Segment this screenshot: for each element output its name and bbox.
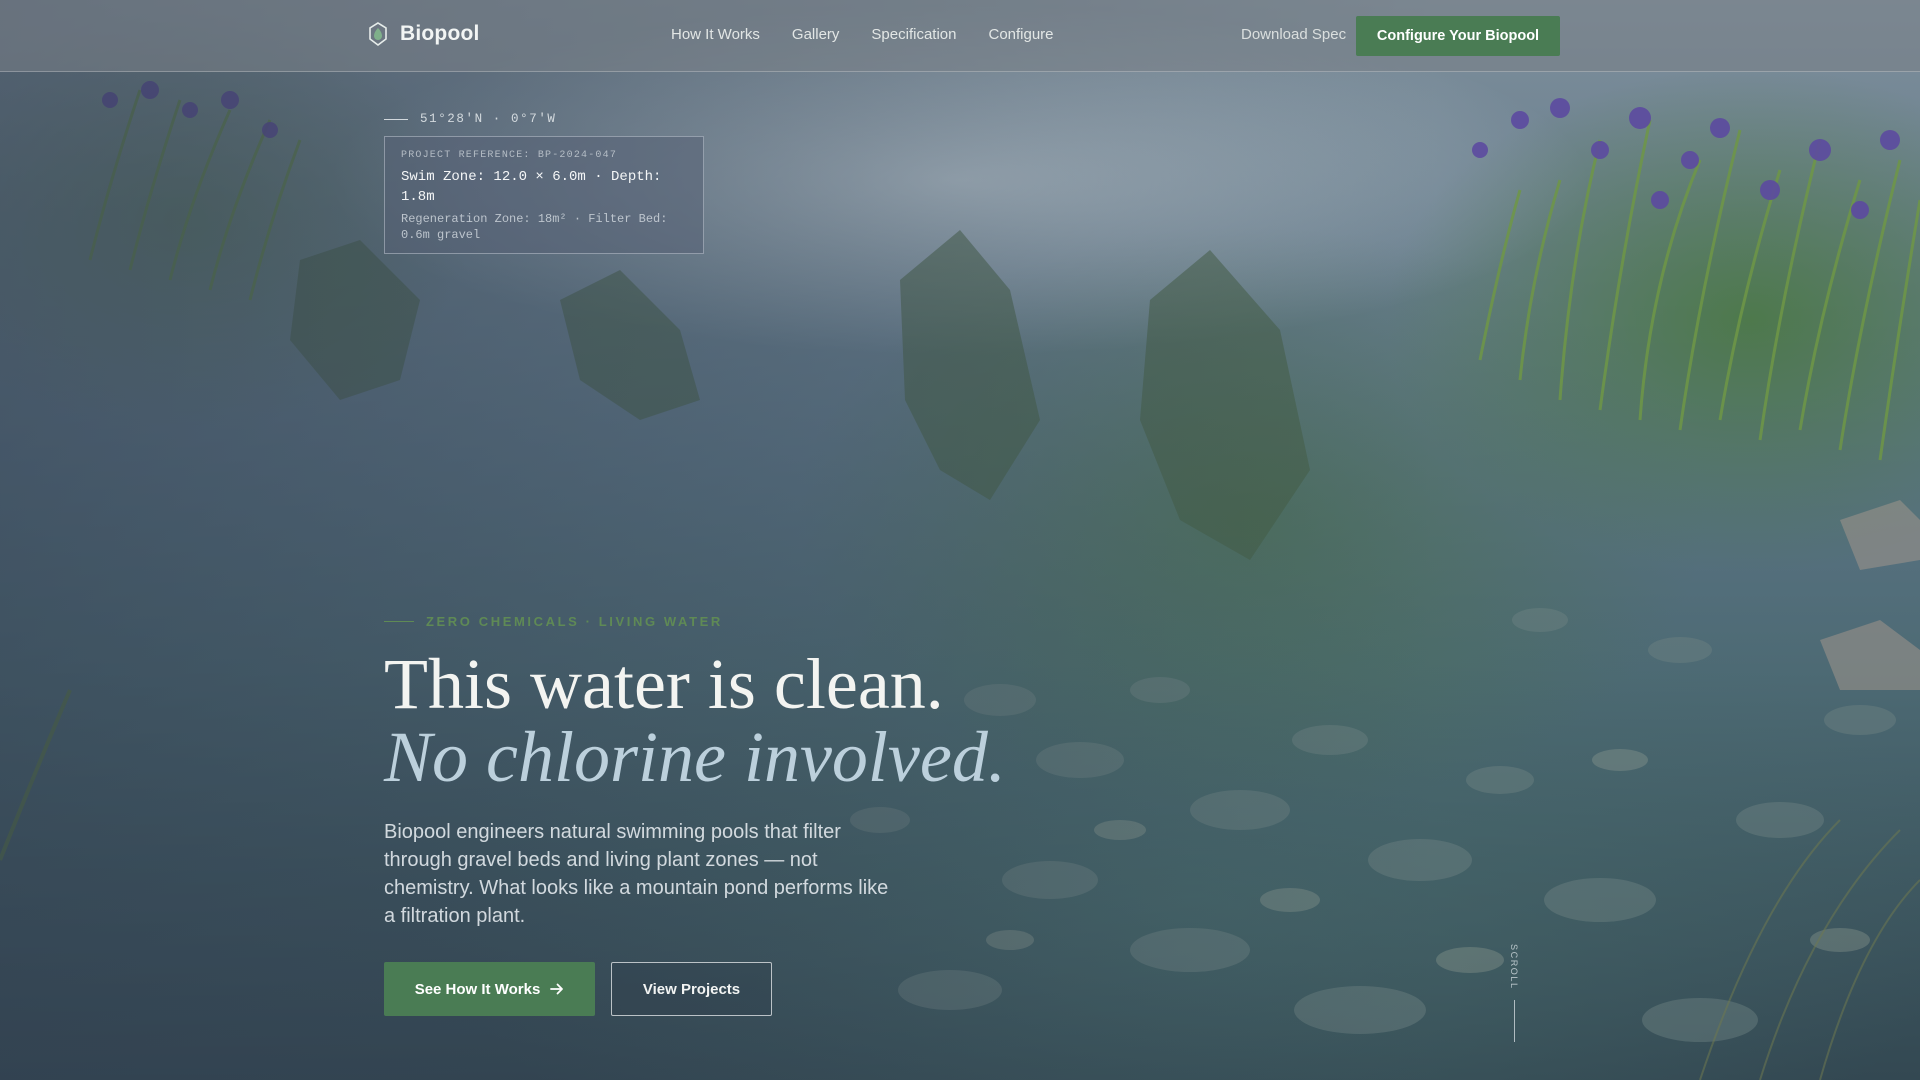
leaf-drop-icon (369, 22, 387, 46)
project-reference-card: PROJECT REFERENCE: BP-2024-047 Swim Zone… (384, 136, 704, 254)
headline-line-1: This water is clean. (384, 644, 944, 724)
regeneration-zone-spec: Regeneration Zone: 18m² · Filter Bed: 0.… (401, 212, 668, 242)
view-projects-button[interactable]: View Projects (611, 962, 772, 1016)
scroll-label: SCROLL (1509, 944, 1519, 990)
arrow-right-icon (550, 983, 564, 995)
see-how-it-works-label: See How It Works (414, 980, 541, 998)
eyebrow-text: ZERO CHEMICALS · LIVING WATER (426, 614, 723, 629)
nav-link-how-it-works[interactable]: How It Works (671, 26, 760, 43)
brand-name: Biopool (400, 22, 480, 45)
hero-gradient-overlay (0, 0, 1920, 1080)
download-spec-link[interactable]: Download Spec (1241, 26, 1346, 43)
hero-section: Biopool How It Works Gallery Specificati… (0, 0, 1920, 1080)
nav-link-configure[interactable]: Configure (988, 26, 1053, 43)
see-how-it-works-button[interactable]: See How It Works (384, 962, 595, 1016)
swim-zone-spec: Swim Zone: 12.0 × 6.0m · Depth: 1.8m (401, 169, 662, 205)
headline-line-2: No chlorine involved. (384, 717, 1006, 797)
scroll-indicator[interactable]: SCROLL (1504, 944, 1524, 1044)
hero-description: Biopool engineers natural swimming pools… (384, 821, 889, 927)
project-reference-label: PROJECT REFERENCE: BP-2024-047 (401, 150, 618, 161)
nav-link-specification[interactable]: Specification (871, 26, 956, 43)
configure-biopool-button[interactable]: Configure Your Biopool (1356, 16, 1560, 56)
coordinates-text: 51°28'N · 0°7'W (420, 112, 557, 126)
brand-logo[interactable]: Biopool (368, 22, 480, 46)
eyebrow-rule (384, 621, 414, 622)
hero-eyebrow: ZERO CHEMICALS · LIVING WATER (384, 614, 723, 629)
top-navigation: Biopool How It Works Gallery Specificati… (0, 0, 1920, 72)
coordinates-rule (384, 118, 408, 120)
main-menu: How It Works Gallery Specification Confi… (671, 26, 1054, 43)
scroll-line (1514, 1000, 1515, 1042)
nav-link-gallery[interactable]: Gallery (792, 26, 840, 43)
hero-headline: This water is clean. No chlorine involve… (384, 648, 1006, 794)
location-coordinates: 51°28'N · 0°7'W (384, 112, 557, 126)
